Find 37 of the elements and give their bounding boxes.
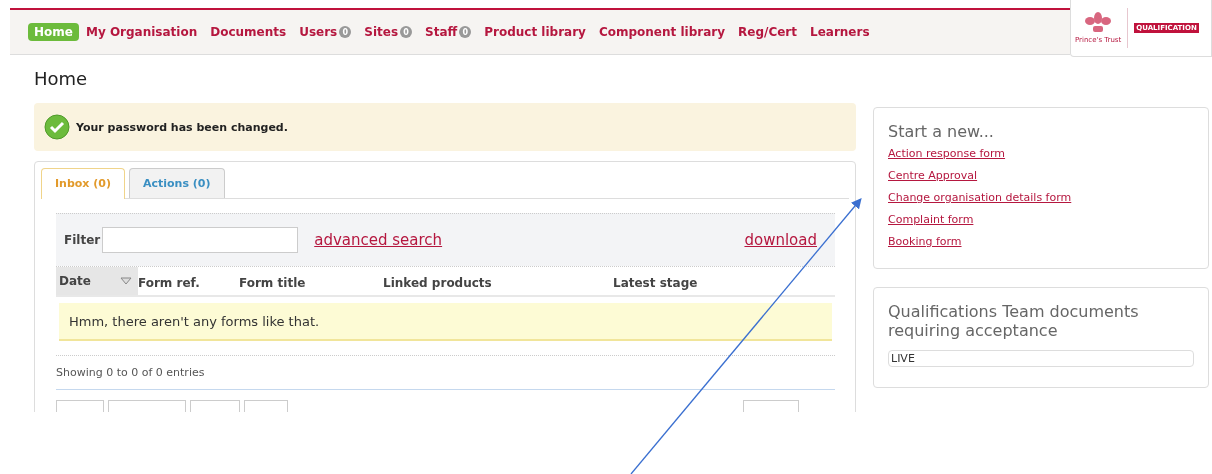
card-title: Qualifications Team documents requiring acceptance <box>888 302 1140 340</box>
column-header[interactable]: Form ref. <box>138 275 200 290</box>
count-badge: 0 <box>339 26 352 38</box>
filter-label: Filter <box>64 233 101 247</box>
nav-link[interactable]: Component library <box>598 25 726 39</box>
column-header[interactable]: Latest stage <box>613 275 698 290</box>
sort-icon <box>120 277 132 285</box>
nav-link[interactable]: Product library <box>484 25 586 39</box>
feathers-icon <box>1084 12 1113 34</box>
form-link[interactable]: Centre Approval <box>888 169 1194 182</box>
count-badge: 0 <box>459 26 472 38</box>
download-link[interactable]: download <box>744 231 817 249</box>
tab[interactable]: Actions (0) <box>129 168 225 198</box>
nav-link[interactable]: Staff 0 <box>425 25 472 39</box>
column-header[interactable]: Form title <box>239 275 306 290</box>
nav-link[interactable]: Users 0 <box>299 25 352 39</box>
form-link[interactable]: Booking form <box>888 235 1194 248</box>
nav-link[interactable]: Reg/Cert <box>738 25 797 39</box>
advanced-search-link[interactable]: advanced search <box>314 231 443 249</box>
empty-message: Hmm, there aren't any forms like that. <box>59 303 832 341</box>
nav-link[interactable]: Learners <box>810 25 870 39</box>
document-item[interactable]: LIVE <box>888 350 1194 367</box>
form-link[interactable]: Change organisation details form <box>888 191 1194 204</box>
column-header[interactable]: Date <box>56 267 138 295</box>
form-link[interactable]: Complaint form <box>888 213 1194 226</box>
nav-link[interactable]: Sites 0 <box>364 25 413 39</box>
nav-link[interactable]: My Organisation <box>85 25 198 39</box>
page-title: Home <box>34 68 89 89</box>
count-badge: 0 <box>400 26 413 38</box>
form-link[interactable]: Action response form <box>888 147 1194 160</box>
nav-link[interactable]: Documents <box>210 25 287 39</box>
check-icon <box>44 114 70 140</box>
alert-message: Your password has been changed. <box>76 120 288 134</box>
column-header[interactable]: Linked products <box>383 275 492 290</box>
entries-info: Showing 0 to 0 of 0 entries <box>56 366 205 379</box>
filter-field[interactable] <box>102 227 299 253</box>
card-title: Start a new... <box>888 122 995 141</box>
